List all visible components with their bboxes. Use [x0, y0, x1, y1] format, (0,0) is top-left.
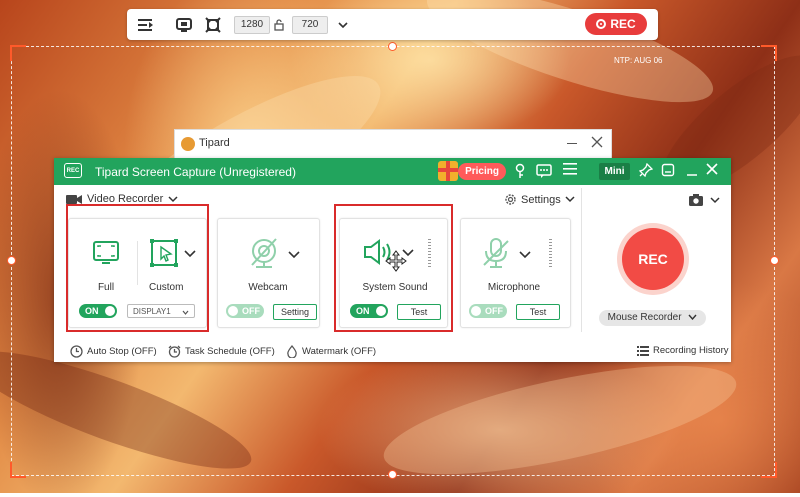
- fullscreen-select-icon[interactable]: [175, 17, 193, 33]
- alarm-clock-icon: [168, 345, 181, 358]
- video-camera-icon: [66, 194, 82, 204]
- background-window-title: Tipard: [199, 137, 230, 149]
- webcam-off-icon[interactable]: [247, 236, 281, 270]
- background-tipard-window: Tipard: [174, 129, 612, 159]
- region-toolbar: 1280 720 REC: [127, 9, 658, 40]
- height-input[interactable]: 720: [292, 16, 328, 34]
- webcam-chevron-down-icon[interactable]: [288, 251, 300, 259]
- watermark-drop-icon: [287, 345, 297, 358]
- mouse-recorder-chevron-icon: [688, 314, 697, 321]
- key-icon[interactable]: [512, 163, 528, 179]
- collapse-toolbar-icon[interactable]: [137, 17, 155, 33]
- screenshot-camera-icon[interactable]: [689, 194, 703, 206]
- lock-ratio-icon[interactable]: [270, 17, 288, 33]
- region-corner-top-right[interactable]: [761, 45, 777, 61]
- mini-mode-button[interactable]: Mini: [599, 163, 630, 180]
- width-input[interactable]: 1280: [234, 16, 270, 34]
- record-dot-icon: [596, 19, 607, 29]
- feedback-icon[interactable]: [536, 163, 552, 179]
- main-rec-button[interactable]: REC: [622, 228, 684, 290]
- right-panel-divider: [581, 188, 582, 332]
- microphone-card: Microphone OFF Test: [460, 218, 571, 328]
- toolbar-rec-label: REC: [610, 17, 636, 31]
- menu-icon[interactable]: [563, 163, 579, 179]
- clock-icon: [70, 345, 83, 358]
- task-schedule-label: Task Schedule (OFF): [185, 346, 275, 357]
- webcam-toggle[interactable]: OFF: [226, 304, 264, 318]
- microphone-test-button[interactable]: Test: [516, 304, 560, 320]
- region-select-icon[interactable]: [204, 17, 222, 33]
- mouse-recorder-button[interactable]: Mouse Recorder: [599, 310, 706, 326]
- close-icon[interactable]: [706, 163, 722, 179]
- tipard-logo-icon: [181, 137, 195, 151]
- screenshot-chevron-down-icon[interactable]: [710, 197, 720, 204]
- auto-stop-button[interactable]: Auto Stop (OFF): [70, 345, 157, 358]
- ntp-overlay-text: NTP: AUG 06: [614, 56, 663, 65]
- microphone-chevron-down-icon[interactable]: [519, 251, 531, 259]
- microphone-level-meter: [549, 239, 552, 269]
- region-corner-bottom-left[interactable]: [10, 462, 26, 478]
- background-minimize-icon[interactable]: [567, 143, 577, 144]
- tipard-screen-capture-window: REC Tipard Screen Capture (Unregistered)…: [54, 158, 731, 362]
- display-highlight-box: [66, 204, 209, 332]
- webcam-setting-button[interactable]: Setting: [273, 304, 317, 320]
- recording-history-label: Recording History: [653, 345, 729, 356]
- gift-icon: [438, 161, 458, 181]
- settings-label: Settings: [521, 193, 561, 206]
- region-corner-bottom-right[interactable]: [761, 462, 777, 478]
- minimize-icon[interactable]: [661, 163, 677, 179]
- recording-history-button[interactable]: Recording History: [637, 345, 729, 356]
- pin-icon[interactable]: [639, 163, 655, 179]
- region-handle-top[interactable]: [388, 42, 397, 51]
- mode-chevron-down-icon: [168, 195, 178, 203]
- background-close-icon[interactable]: [591, 136, 603, 148]
- system-sound-highlight-box: [334, 204, 453, 332]
- region-handle-left[interactable]: [7, 256, 16, 265]
- watermark-button[interactable]: Watermark (OFF): [286, 345, 376, 358]
- size-dropdown-chevron-icon[interactable]: [334, 17, 352, 33]
- settings-button[interactable]: Settings: [504, 193, 575, 206]
- region-corner-top-left[interactable]: [10, 45, 26, 61]
- microphone-toggle[interactable]: OFF: [469, 304, 507, 318]
- app-rec-icon: REC: [64, 163, 82, 178]
- auto-stop-label: Auto Stop (OFF): [87, 346, 157, 357]
- microphone-label: Microphone: [487, 282, 541, 293]
- list-icon: [637, 345, 649, 356]
- pricing-button[interactable]: Pricing: [458, 163, 506, 180]
- app-titlebar: REC Tipard Screen Capture (Unregistered)…: [54, 158, 731, 185]
- task-schedule-button[interactable]: Task Schedule (OFF): [168, 345, 275, 358]
- settings-chevron-down-icon: [565, 196, 575, 203]
- restore-icon[interactable]: [685, 163, 701, 179]
- microphone-off-icon[interactable]: [481, 237, 511, 269]
- app-title: Tipard Screen Capture (Unregistered): [95, 165, 296, 179]
- mouse-recorder-label: Mouse Recorder: [607, 312, 682, 323]
- webcam-label: Webcam: [248, 282, 288, 293]
- watermark-label: Watermark (OFF): [302, 346, 377, 357]
- gear-icon: [505, 194, 516, 205]
- region-handle-right[interactable]: [770, 256, 779, 265]
- region-handle-bottom[interactable]: [388, 470, 397, 479]
- toolbar-rec-button[interactable]: REC: [585, 13, 647, 35]
- webcam-card: Webcam OFF Setting: [217, 218, 320, 328]
